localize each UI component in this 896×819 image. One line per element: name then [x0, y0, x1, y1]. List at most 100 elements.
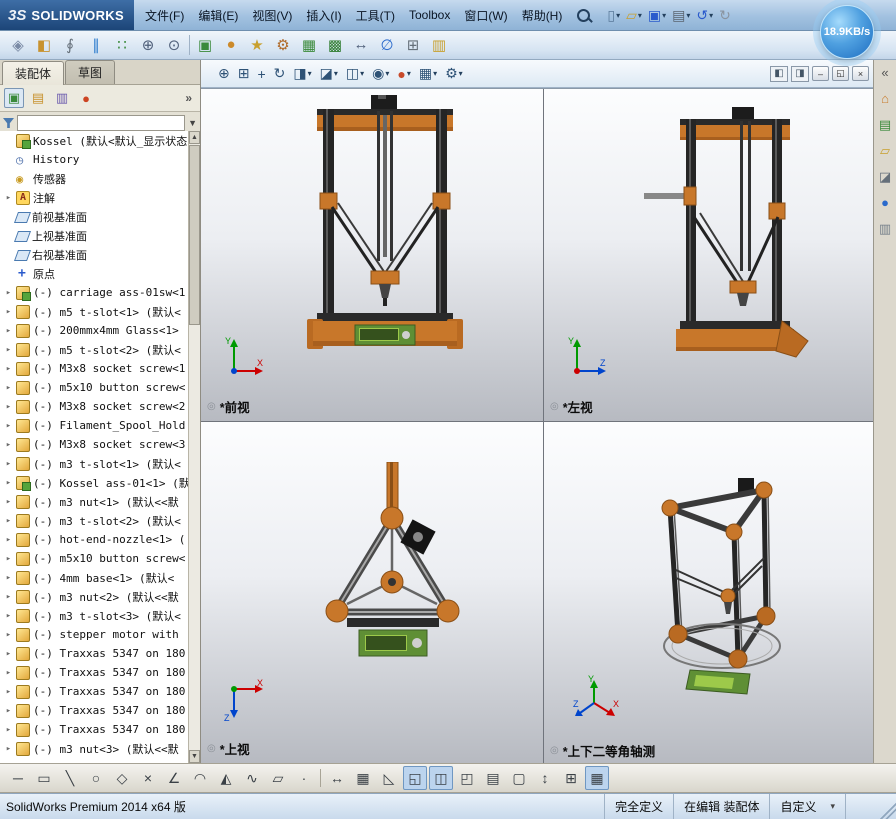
expand-arrow-icon[interactable] — [4, 554, 13, 564]
move-component-icon[interactable]: ↔ — [349, 33, 373, 57]
expand-arrow-icon[interactable] — [4, 345, 13, 355]
zoom-fit-icon[interactable]: ⊕ — [215, 63, 233, 85]
expand-arrow-icon[interactable] — [4, 535, 13, 545]
gear-icon[interactable]: ⚙ — [271, 33, 295, 57]
menu-item[interactable]: 工具(T) — [349, 3, 402, 28]
shaded-icon[interactable]: ▤ — [481, 766, 505, 790]
doc-minimize-button[interactable]: – — [812, 66, 829, 81]
collapse-pane-icon[interactable]: « — [877, 64, 894, 81]
tree-item[interactable]: (-) m5 t-slot<1> (默认< — [0, 302, 188, 321]
view-orientation-icon[interactable]: ◨ — [290, 63, 314, 85]
filter-caret-icon[interactable]: ▼ — [188, 118, 197, 128]
smart-explode-icon[interactable]: ◈ — [6, 33, 30, 57]
tree-item[interactable]: (-) hot-end-nozzle<1> ( — [0, 530, 188, 549]
tree-item[interactable]: (-) Filament_Spool_Hold — [0, 416, 188, 435]
expand-arrow-icon[interactable] — [4, 649, 13, 659]
tree-item[interactable]: (-) Traxxas 5347 on 180 — [0, 682, 188, 701]
scroll-down-button[interactable]: ▼ — [189, 750, 200, 763]
grid-icon[interactable]: ▦ — [351, 766, 375, 790]
tree-item[interactable]: 传感器 — [0, 169, 188, 188]
viewport-horizontal-splitter[interactable] — [201, 421, 873, 422]
doc-restore-button[interactable]: ◱ — [832, 66, 849, 81]
toolbox-icon[interactable]: ◪ — [877, 168, 894, 185]
tree-item[interactable]: History — [0, 150, 188, 169]
expand-arrow-icon[interactable] — [4, 364, 13, 374]
tree-item[interactable]: (-) m3 nut<3> (默认<<默 — [0, 739, 188, 758]
expand-arrow-icon[interactable] — [4, 307, 13, 317]
viewport-isometric[interactable]: Y X Z *上下二等角轴测 — [544, 422, 873, 763]
viewport-left-icon[interactable]: ◧ — [770, 65, 788, 82]
tree-item[interactable]: (-) Traxxas 5347 on 180 — [0, 644, 188, 663]
tree-item[interactable]: (-) carriage ass-01sw<1 — [0, 283, 188, 302]
linear-pattern-icon[interactable]: ▩ — [323, 33, 347, 57]
tab[interactable]: 装配体 — [2, 61, 65, 85]
paperclip-icon[interactable]: ∮ — [58, 33, 82, 57]
viewport-vertical-splitter[interactable] — [543, 89, 544, 763]
tree-item[interactable]: (-) 200mmx4mm Glass<1> — [0, 321, 188, 340]
mate-icon[interactable]: ∥ — [84, 33, 108, 57]
save-icon[interactable]: ▣ — [647, 6, 667, 24]
viewport-right-icon[interactable]: ◨ — [791, 65, 809, 82]
tree-item[interactable]: (-) Traxxas 5347 on 180 — [0, 701, 188, 720]
expand-arrow-icon[interactable] — [4, 706, 13, 716]
edit-component-icon[interactable]: ◧ — [32, 33, 56, 57]
smart-fastener-icon[interactable]: ★ — [245, 33, 269, 57]
propertymanager-tab-icon[interactable]: ▤ — [28, 88, 48, 108]
display-mode-icon[interactable]: ◰ — [455, 766, 479, 790]
expand-arrow-icon[interactable] — [4, 592, 13, 602]
measure-icon[interactable]: ∅ — [375, 33, 399, 57]
display-style-icon[interactable]: ◫ — [343, 63, 367, 85]
menu-item[interactable]: 编辑(E) — [191, 3, 245, 28]
expand-arrow-icon[interactable] — [4, 326, 13, 336]
view-settings-icon[interactable]: ⚙ — [442, 63, 466, 85]
assembly-feature-icon[interactable]: ▦ — [297, 33, 321, 57]
section-view-icon[interactable]: ◪ — [317, 63, 341, 85]
expand-arrow-icon[interactable] — [4, 573, 13, 583]
tree-item[interactable]: (-) Kossel ass-01<1> (默 — [0, 473, 188, 492]
tree-item[interactable]: (-) 4mm base<1> (默认< — [0, 568, 188, 587]
custom-properties-icon[interactable]: ▥ — [877, 220, 894, 237]
tree-filter-input[interactable] — [17, 115, 186, 131]
offset-icon[interactable]: ◭ — [214, 766, 238, 790]
design-library-icon[interactable]: ▤ — [877, 116, 894, 133]
home-icon[interactable]: ⌂ — [877, 90, 894, 107]
expand-arrow-icon[interactable] — [4, 421, 13, 431]
tree-item[interactable]: (-) m5 t-slot<2> (默认< — [0, 340, 188, 359]
tree-item[interactable]: (-) Traxxas 5347 on 180 — [0, 663, 188, 682]
insert-component-icon[interactable]: ▣ — [193, 33, 217, 57]
apply-scene-icon[interactable]: ▦ — [416, 63, 440, 85]
menu-item[interactable]: 文件(F) — [138, 3, 191, 28]
tree-item[interactable]: (-) m3 t-slot<2> (默认< — [0, 511, 188, 530]
scroll-up-button[interactable]: ▲ — [189, 131, 200, 144]
line-icon[interactable]: ╲ — [58, 766, 82, 790]
tree-item[interactable]: (-) m5x10 button screw< — [0, 549, 188, 568]
point-icon[interactable]: · — [292, 766, 316, 790]
menu-item[interactable]: 插入(I) — [299, 3, 348, 28]
expand-arrow-icon[interactable] — [4, 687, 13, 697]
tree-item[interactable]: 上视基准面 — [0, 226, 188, 245]
rectangle-icon[interactable]: ▭ — [32, 766, 56, 790]
expand-arrow-icon[interactable] — [4, 497, 13, 507]
spline-icon[interactable]: ∿ — [240, 766, 264, 790]
tree-item[interactable]: 原点 — [0, 264, 188, 283]
pan-icon[interactable]: + — [254, 63, 268, 85]
expand-arrow-icon[interactable] — [4, 630, 13, 640]
menu-item[interactable]: Toolbox — [402, 4, 457, 26]
expand-arrow-icon[interactable] — [4, 383, 13, 393]
arc-icon[interactable]: ◠ — [188, 766, 212, 790]
tab[interactable]: 草图 — [65, 60, 116, 84]
expand-arrow-icon[interactable] — [4, 668, 13, 678]
magnifier-plus-icon[interactable]: ⊕ — [136, 33, 160, 57]
configurationmanager-tab-icon[interactable]: ▥ — [52, 88, 72, 108]
expand-arrow-icon[interactable] — [4, 402, 13, 412]
plane-icon[interactable]: ▱ — [266, 766, 290, 790]
viewport-front[interactable]: Y X *前视 — [201, 89, 543, 421]
zoom-area-icon[interactable]: ⊞ — [235, 63, 253, 85]
smart-dimension-icon[interactable]: ↔ — [325, 766, 349, 790]
trim-icon[interactable]: × — [136, 766, 160, 790]
wireframe-icon[interactable]: ▢ — [507, 766, 531, 790]
expand-arrow-icon[interactable] — [4, 516, 13, 526]
circle-icon[interactable]: ○ — [84, 766, 108, 790]
appearance-ball-icon[interactable]: ● — [219, 33, 243, 57]
displaymanager-tab-icon[interactable]: ● — [76, 88, 96, 108]
